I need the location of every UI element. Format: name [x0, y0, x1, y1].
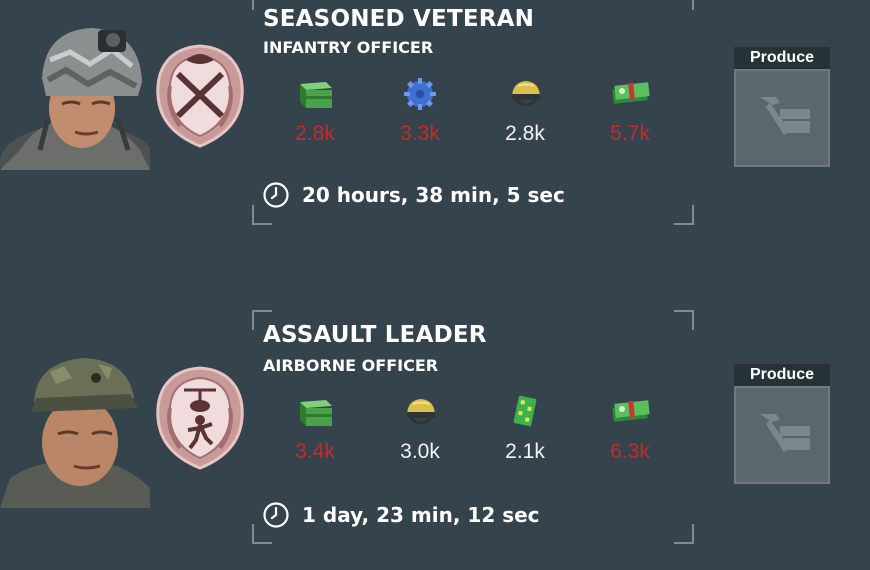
- resource-gears: 3.3k: [375, 76, 465, 146]
- resource-helmets: 2.8k: [480, 76, 570, 146]
- unit-class: INFANTRY OFFICER: [263, 38, 434, 57]
- gear-parts-icon: [404, 78, 436, 110]
- produce-label: Produce: [734, 364, 830, 386]
- production-timer: 1 day, 23 min, 12 sec: [262, 501, 540, 529]
- airborne-rank-badge: [156, 366, 244, 470]
- resource-cash: 5.7k: [585, 76, 675, 146]
- produce-button[interactable]: Produce: [734, 364, 830, 484]
- supplies-crate-icon: [300, 82, 332, 108]
- resource-helmets: 3.0k: [375, 394, 465, 464]
- resource-value: 2.1k: [505, 440, 545, 463]
- frame-corner: [674, 0, 694, 10]
- resource-value: 5.7k: [610, 122, 650, 145]
- resource-value: 2.8k: [295, 122, 335, 145]
- frame-corner: [674, 524, 694, 544]
- resource-electronics: 2.1k: [480, 394, 570, 464]
- infantry-rank-badge: [156, 44, 244, 148]
- produce-label: Produce: [734, 47, 830, 69]
- helmet-icon: [512, 81, 540, 107]
- officer-portrait: [0, 28, 150, 170]
- produce-slot: [734, 386, 830, 484]
- cash-icon: [612, 400, 650, 422]
- build-hammer-icon: [760, 414, 810, 452]
- resource-value: 6.3k: [610, 440, 650, 463]
- resource-supplies: 3.4k: [270, 394, 360, 464]
- officer-portrait: [0, 358, 150, 508]
- timer-text: 1 day, 23 min, 12 sec: [302, 503, 540, 527]
- resource-value: 3.4k: [295, 440, 335, 463]
- resource-supplies: 2.8k: [270, 76, 360, 146]
- unit-class: AIRBORNE OFFICER: [263, 356, 439, 375]
- unit-title: SEASONED VETERAN: [263, 6, 535, 32]
- build-hammer-icon: [760, 97, 810, 135]
- supplies-crate-icon: [300, 400, 332, 426]
- unit-card-seasoned-veteran: SEASONED VETERAN INFANTRY OFFICER 2.8k 3…: [0, 0, 870, 240]
- frame-corner: [674, 205, 694, 225]
- unit-card-assault-leader: ASSAULT LEADER AIRBORNE OFFICER 3.4k 3.0…: [0, 298, 870, 558]
- produce-button[interactable]: Produce: [734, 47, 830, 167]
- resource-cash: 6.3k: [585, 394, 675, 464]
- frame-corner: [674, 310, 694, 330]
- resource-value: 3.3k: [400, 122, 440, 145]
- clock-icon: [263, 182, 289, 208]
- timer-text: 20 hours, 38 min, 5 sec: [302, 183, 565, 207]
- resource-value: 2.8k: [505, 122, 545, 145]
- production-timer: 20 hours, 38 min, 5 sec: [262, 181, 565, 209]
- resource-value: 3.0k: [400, 440, 440, 463]
- helmet-icon: [407, 399, 435, 425]
- produce-slot: [734, 69, 830, 167]
- unit-title: ASSAULT LEADER: [263, 322, 487, 348]
- circuit-board-icon: [513, 395, 537, 427]
- cash-icon: [612, 82, 650, 104]
- clock-icon: [263, 502, 289, 528]
